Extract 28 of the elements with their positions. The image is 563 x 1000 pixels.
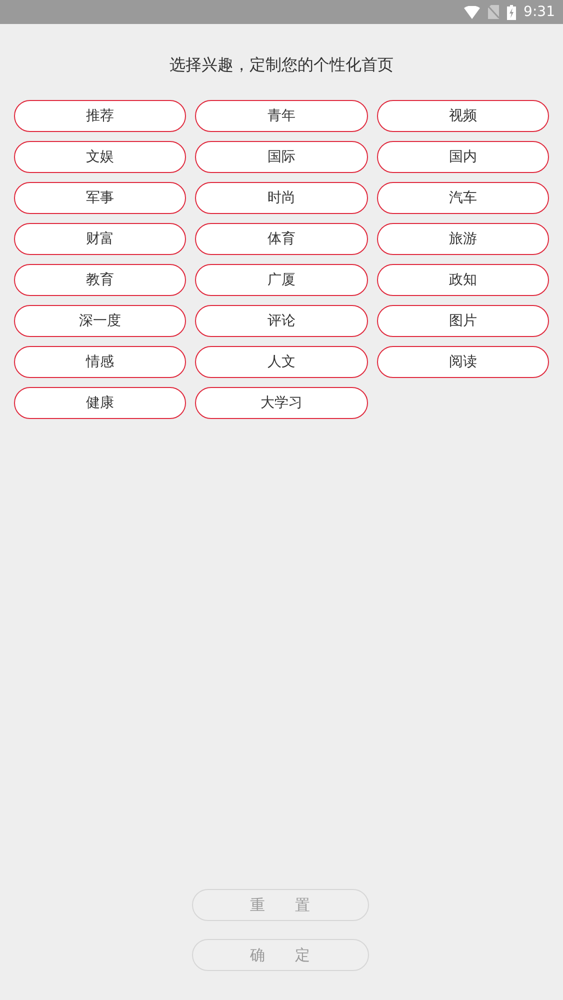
interest-tag[interactable]: 深一度	[14, 305, 186, 337]
wifi-icon	[464, 6, 480, 18]
interest-tag[interactable]: 体育	[195, 223, 368, 255]
interest-tag[interactable]: 国内	[376, 141, 549, 173]
status-time: 9:31	[524, 2, 555, 22]
interest-tag[interactable]: 青年	[195, 100, 368, 132]
interest-tag[interactable]: 视频	[376, 100, 549, 132]
interest-tag[interactable]: 评论	[195, 305, 368, 337]
interest-tag[interactable]: 教育	[14, 264, 186, 296]
interest-tag[interactable]: 政知	[376, 264, 549, 296]
interest-tag[interactable]: 阅读	[376, 346, 549, 378]
interest-tag[interactable]: 汽车	[376, 182, 549, 214]
interest-tag[interactable]: 推荐	[14, 100, 186, 132]
interest-tag[interactable]: 财富	[14, 223, 186, 255]
no-sim-icon	[488, 5, 499, 19]
interest-tag[interactable]: 图片	[376, 305, 549, 337]
interest-tag[interactable]: 广厦	[195, 264, 368, 296]
interest-tag[interactable]: 时尚	[195, 182, 368, 214]
interest-tag[interactable]: 军事	[14, 182, 186, 214]
interest-tag[interactable]: 人文	[195, 346, 368, 378]
battery-icon	[506, 4, 516, 20]
interest-tag[interactable]: 大学习	[195, 387, 368, 419]
interest-tag[interactable]: 旅游	[376, 223, 549, 255]
interest-tag[interactable]: 国际	[195, 141, 368, 173]
interest-tag[interactable]: 情感	[14, 346, 186, 378]
interest-tag[interactable]: 健康	[14, 387, 186, 419]
interest-tag[interactable]: 文娱	[14, 141, 186, 173]
page-title: 选择兴趣，定制您的个性化首页	[168, 55, 394, 75]
